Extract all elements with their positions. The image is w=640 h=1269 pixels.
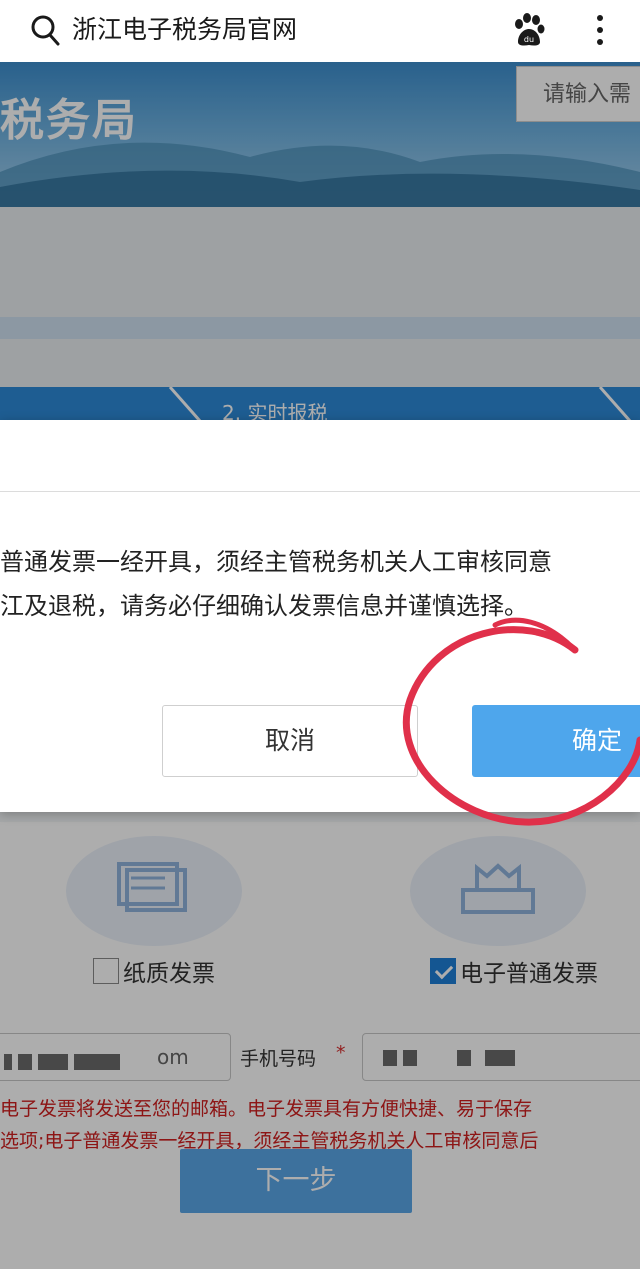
dialog-header-divider	[0, 491, 640, 492]
cancel-button[interactable]: 取消	[162, 705, 418, 777]
dialog-message-line-2: 江及退税，请务必仔细确认发票信息并谨慎选择。	[0, 592, 528, 620]
search-icon[interactable]	[30, 14, 60, 46]
browser-top-bar: 浙江电子税务局官网 du	[0, 0, 640, 62]
more-vertical-icon[interactable]	[590, 12, 610, 48]
dialog-message: 普通发票一经开具，须经主管税务机关人工审核同意 江及退税，请务必仔细确认发票信息…	[0, 540, 640, 628]
baidu-paw-icon[interactable]: du	[510, 12, 546, 48]
confirm-dialog: 普通发票一经开具，须经主管税务机关人工审核同意 江及退税，请务必仔细确认发票信息…	[0, 420, 640, 812]
confirm-button[interactable]: 确定	[472, 705, 640, 777]
browser-page-title[interactable]: 浙江电子税务局官网	[72, 14, 297, 46]
svg-text:du: du	[524, 35, 534, 44]
dialog-message-line-1: 普通发票一经开具，须经主管税务机关人工审核同意	[0, 548, 552, 576]
